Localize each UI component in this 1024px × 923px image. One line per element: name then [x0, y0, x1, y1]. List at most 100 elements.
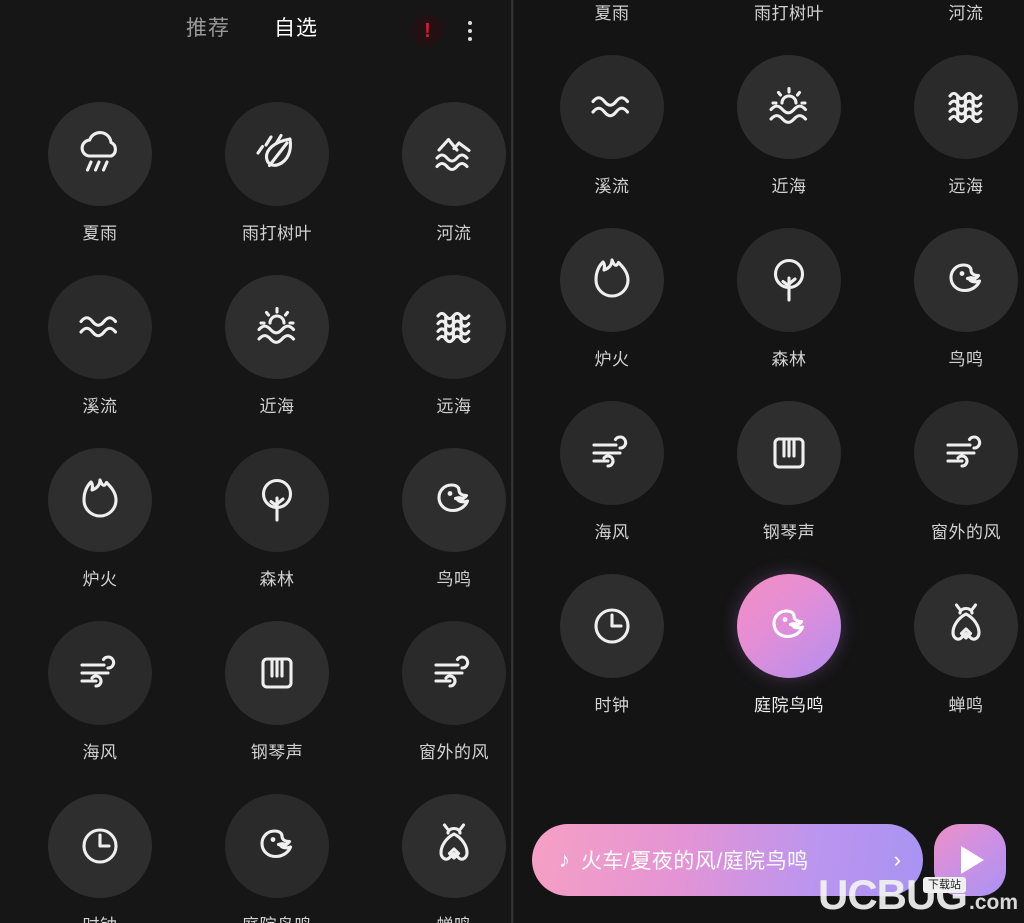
sound-item-label: 窗外的风	[931, 523, 1001, 542]
sound-item-近海[interactable]: 近海	[197, 275, 357, 417]
tab-recommended[interactable]: 推荐	[186, 14, 230, 44]
alert-exclamation-icon[interactable]: !	[412, 15, 443, 46]
wind-icon[interactable]	[560, 401, 664, 505]
now-playing-title: 火车/夏夜的风/庭院鸟鸣	[581, 850, 809, 873]
stream-waves-icon[interactable]	[560, 55, 664, 159]
stream-waves-icon[interactable]	[48, 275, 152, 379]
sound-item-海风[interactable]: 海风	[532, 401, 692, 543]
sound-item-label: 雨打树叶	[242, 224, 312, 243]
sound-item-label: 鸟鸣	[436, 570, 472, 589]
more-vertical-icon[interactable]	[462, 17, 478, 45]
deep-sea-waves-icon[interactable]	[402, 275, 506, 379]
kebab-dot	[468, 21, 472, 25]
sound-item-森林[interactable]: 森林	[709, 228, 869, 370]
piano-keys-icon[interactable]	[225, 621, 329, 725]
tree-forest-icon[interactable]	[737, 228, 841, 332]
sound-item-label: 蝉鸣	[948, 696, 984, 715]
sound-item-label: 森林	[259, 570, 295, 589]
sound-item-蝉鸣[interactable]: 蝉鸣	[374, 794, 511, 923]
wind-icon[interactable]	[48, 621, 152, 725]
rain-cloud-icon[interactable]	[48, 102, 152, 206]
cicada-icon[interactable]	[402, 794, 506, 898]
watermark-tag: 下载站	[923, 877, 966, 893]
sound-item-label: 鸟鸣	[948, 350, 984, 369]
sound-item-label: 远海	[948, 177, 984, 196]
clock-icon[interactable]	[560, 574, 664, 678]
sound-item-label: 近海	[259, 397, 295, 416]
wind-icon[interactable]	[914, 401, 1018, 505]
play-icon	[961, 846, 984, 874]
fire-flame-icon[interactable]	[560, 228, 664, 332]
chevron-right-icon[interactable]: ›	[894, 849, 901, 871]
tree-forest-icon[interactable]	[225, 448, 329, 552]
sound-item-近海[interactable]: 近海	[709, 55, 869, 197]
clock-icon[interactable]	[48, 794, 152, 898]
sound-item-钢琴声[interactable]: 钢琴声	[197, 621, 357, 763]
app-header: 推荐 自选 !	[0, 0, 511, 62]
sound-item-庭院鸟鸣[interactable]: 庭院鸟鸣	[709, 574, 869, 716]
sound-item-label: 远海	[436, 397, 472, 416]
sound-item-远海[interactable]: 远海	[886, 55, 1024, 197]
leaf-rain-icon[interactable]	[225, 102, 329, 206]
sound-item-label: 钢琴声	[762, 523, 816, 542]
sound-item-label: 溪流	[594, 177, 630, 196]
sound-item-钢琴声[interactable]: 钢琴声	[709, 401, 869, 543]
music-note-icon: ♪	[559, 847, 570, 872]
sound-item-雨打树叶[interactable]: 雨打树叶	[197, 102, 357, 244]
sound-item-窗外的风[interactable]: 窗外的风	[886, 401, 1024, 543]
fire-flame-icon[interactable]	[48, 448, 152, 552]
left-panel: 推荐 自选 ! 夏雨 雨打树叶 河流 溪流 近海 远海 炉火 森林 鸟鸣 海风 …	[0, 0, 511, 923]
sound-item-远海[interactable]: 远海	[374, 275, 511, 417]
sound-item-label: 夏雨	[82, 224, 118, 243]
sound-item-夏雨[interactable]: 夏雨	[20, 102, 180, 244]
sun-sea-icon[interactable]	[225, 275, 329, 379]
sound-item-蝉鸣[interactable]: 蝉鸣	[886, 574, 1024, 716]
app-root: 推荐 自选 ! 夏雨 雨打树叶 河流 溪流 近海 远海 炉火 森林 鸟鸣 海风 …	[0, 0, 1024, 923]
sound-item-label: 炉火	[594, 350, 630, 369]
sound-item-label: 窗外的风	[419, 743, 489, 762]
sound-item-森林[interactable]: 森林	[197, 448, 357, 590]
sound-item-label: 近海	[771, 177, 807, 196]
sound-item-label: 雨打树叶	[754, 4, 824, 23]
sound-item-label: 庭院鸟鸣	[754, 696, 824, 715]
sound-item-时钟[interactable]: 时钟	[20, 794, 180, 923]
bird-icon[interactable]	[914, 228, 1018, 332]
sun-sea-icon[interactable]	[737, 55, 841, 159]
sound-item-label: 森林	[771, 350, 807, 369]
now-playing-pill[interactable]: ♪ 火车/夏夜的风/庭院鸟鸣 ›	[532, 824, 923, 896]
deep-sea-waves-icon[interactable]	[914, 55, 1018, 159]
sound-item-鸟鸣[interactable]: 鸟鸣	[374, 448, 511, 590]
sound-item-夏雨[interactable]: 夏雨	[532, 0, 692, 24]
sound-item-炉火[interactable]: 炉火	[20, 448, 180, 590]
sound-item-溪流[interactable]: 溪流	[532, 55, 692, 197]
wind-icon[interactable]	[402, 621, 506, 725]
sound-item-label: 河流	[948, 4, 984, 23]
sound-item-海风[interactable]: 海风	[20, 621, 180, 763]
sound-item-label: 时钟	[20, 911, 180, 923]
kebab-dot	[468, 29, 472, 33]
piano-keys-icon[interactable]	[737, 401, 841, 505]
sound-item-炉火[interactable]: 炉火	[532, 228, 692, 370]
bird-icon[interactable]	[402, 448, 506, 552]
sound-item-label: 蝉鸣	[374, 911, 511, 923]
sound-item-时钟[interactable]: 时钟	[532, 574, 692, 716]
sound-item-河流[interactable]: 河流	[374, 102, 511, 244]
cicada-icon[interactable]	[914, 574, 1018, 678]
tab-custom[interactable]: 自选	[274, 14, 318, 44]
sound-item-label: 时钟	[594, 696, 630, 715]
sound-item-label: 河流	[436, 224, 472, 243]
bird-icon[interactable]	[225, 794, 329, 898]
sound-item-河流[interactable]: 河流	[886, 0, 1024, 24]
sound-item-鸟鸣[interactable]: 鸟鸣	[886, 228, 1024, 370]
sound-item-label: 海风	[82, 743, 118, 762]
sound-item-label: 炉火	[82, 570, 118, 589]
right-panel: 夏雨 雨打树叶 河流 溪流 近海 远海 炉火 森林 鸟鸣 海风 钢琴声 窗外的风…	[514, 0, 1024, 923]
sound-item-溪流[interactable]: 溪流	[20, 275, 180, 417]
sound-item-label: 海风	[594, 523, 630, 542]
sound-item-庭院鸟鸣[interactable]: 庭院鸟鸣	[197, 794, 357, 923]
sound-item-label: 钢琴声	[250, 743, 304, 762]
bird-icon[interactable]	[737, 574, 841, 678]
sound-item-雨打树叶[interactable]: 雨打树叶	[709, 0, 869, 24]
river-mountain-icon[interactable]	[402, 102, 506, 206]
sound-item-窗外的风[interactable]: 窗外的风	[374, 621, 511, 763]
